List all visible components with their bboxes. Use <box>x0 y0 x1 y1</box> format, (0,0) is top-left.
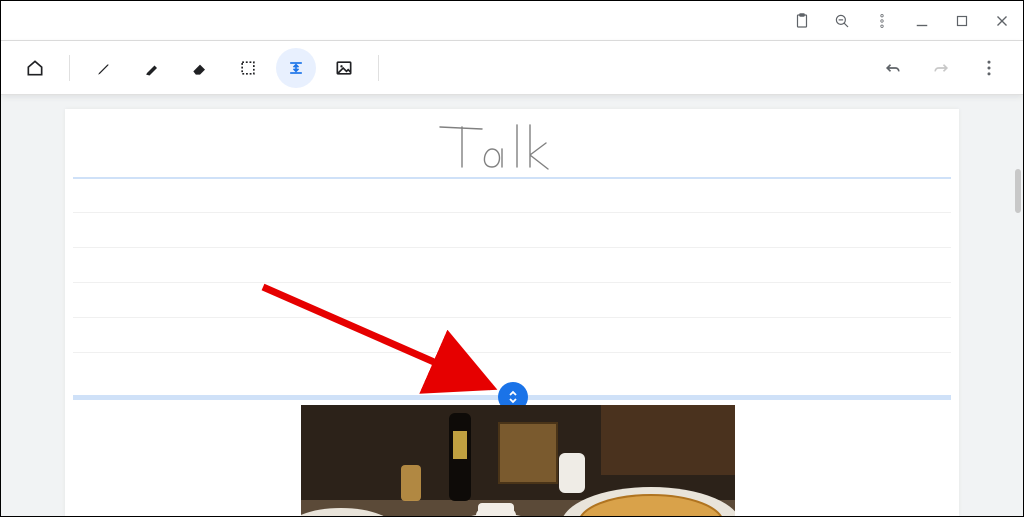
undo-button[interactable] <box>873 48 913 88</box>
toolbar <box>1 41 1023 95</box>
scrollbar-thumb[interactable] <box>1015 169 1021 213</box>
insert-space-button[interactable] <box>276 48 316 88</box>
clipboard-icon[interactable] <box>793 12 811 30</box>
zoom-out-icon[interactable] <box>833 12 851 30</box>
inserted-image[interactable] <box>301 405 735 516</box>
photo-content <box>301 405 735 516</box>
more-vert-icon[interactable] <box>873 12 891 30</box>
note-page[interactable] <box>65 109 959 516</box>
rule-line <box>73 352 951 353</box>
image-button[interactable] <box>324 48 364 88</box>
eraser-button[interactable] <box>180 48 220 88</box>
rule-line <box>73 317 951 318</box>
separator <box>378 55 379 81</box>
maximize-icon[interactable] <box>953 12 971 30</box>
close-icon[interactable] <box>993 12 1011 30</box>
highlighter-button[interactable] <box>132 48 172 88</box>
separator <box>69 55 70 81</box>
redo-button[interactable] <box>921 48 961 88</box>
workspace <box>1 95 1023 516</box>
rule-line <box>73 177 951 179</box>
pen-button[interactable] <box>84 48 124 88</box>
select-button[interactable] <box>228 48 268 88</box>
minimize-icon[interactable] <box>913 12 931 30</box>
rule-line <box>73 282 951 283</box>
titlebar <box>1 1 1023 41</box>
toolbar-more-vert-icon[interactable] <box>969 48 1009 88</box>
app-window <box>0 0 1024 517</box>
home-button[interactable] <box>15 48 55 88</box>
rule-line <box>73 212 951 213</box>
resize-vert-icon <box>505 389 521 405</box>
rule-line <box>73 247 951 248</box>
handwriting <box>65 117 959 177</box>
